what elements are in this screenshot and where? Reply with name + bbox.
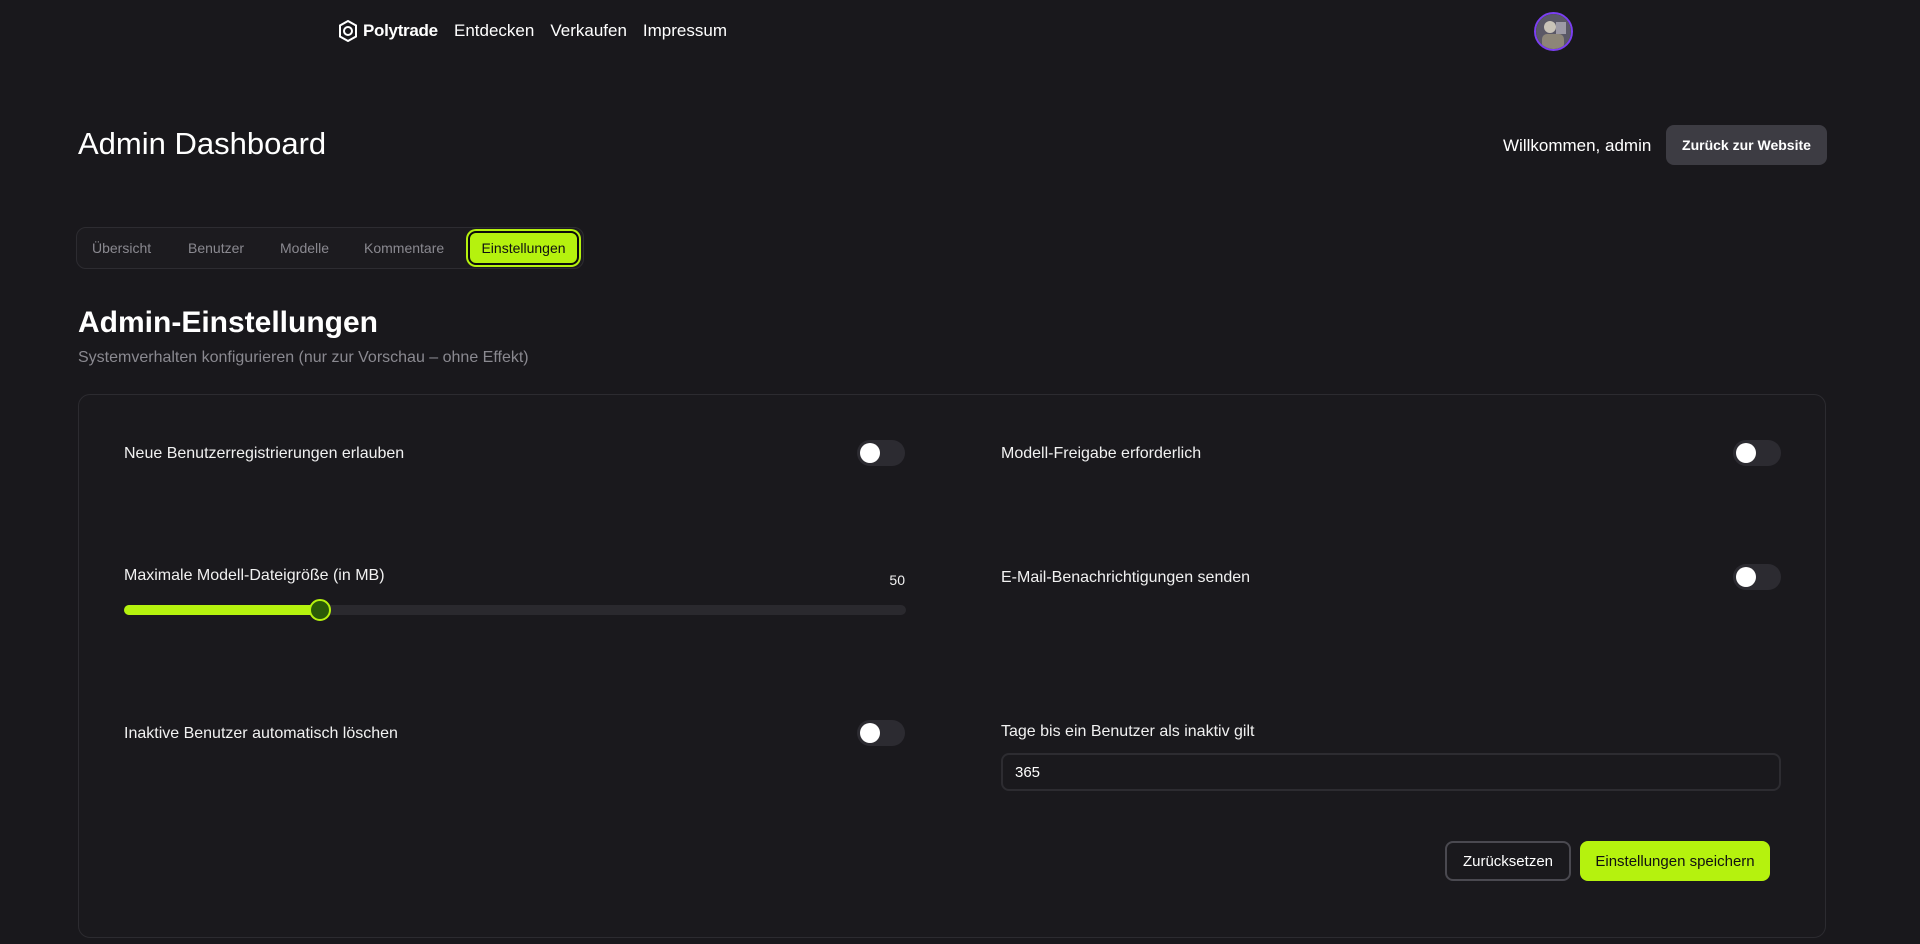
- allow-registrations-label: Neue Benutzerregistrierungen erlauben: [124, 445, 405, 462]
- brand-link[interactable]: Polytrade: [337, 20, 438, 42]
- section-subtitle: Systemverhalten konfigurieren (nur zur V…: [78, 349, 529, 366]
- tab-kommentare[interactable]: Kommentare: [364, 228, 444, 268]
- top-navigation: Polytrade Entdecken Verkaufen Impressum: [0, 0, 1920, 62]
- inactive-days-input[interactable]: [1001, 753, 1781, 791]
- dashboard-tabs: Übersicht Benutzer Modelle Kommentare Ei…: [76, 227, 584, 269]
- model-approval-label: Modell-Freigabe erforderlich: [1001, 445, 1202, 462]
- auto-delete-toggle[interactable]: [857, 720, 905, 746]
- save-settings-button[interactable]: Einstellungen speichern: [1580, 841, 1770, 881]
- section-title: Admin-Einstellungen: [78, 306, 378, 339]
- max-file-size-slider[interactable]: [124, 599, 906, 621]
- brand-name: Polytrade: [363, 21, 438, 40]
- slider-thumb[interactable]: [308, 599, 331, 621]
- email-notifications-toggle[interactable]: [1733, 564, 1781, 590]
- settings-card: Neue Benutzerregistrierungen erlauben Mo…: [78, 394, 1826, 938]
- reset-button[interactable]: Zurücksetzen: [1445, 841, 1571, 881]
- allow-registrations-toggle[interactable]: [857, 440, 905, 466]
- model-approval-toggle[interactable]: [1733, 440, 1781, 466]
- nav-link-entdecken[interactable]: Entdecken: [454, 21, 534, 41]
- max-file-size-label: Maximale Modell-Dateigröße (in MB): [124, 567, 385, 584]
- inactive-days-label: Tage bis ein Benutzer als inaktiv gilt: [1001, 723, 1255, 740]
- polytrade-logo-icon: [337, 20, 359, 42]
- toggle-knob: [1736, 567, 1756, 587]
- nav-link-impressum[interactable]: Impressum: [643, 21, 727, 41]
- nav-link-verkaufen[interactable]: Verkaufen: [550, 21, 627, 41]
- toggle-knob: [1736, 443, 1756, 463]
- email-notifications-label: E-Mail-Benachrichtigungen senden: [1001, 569, 1251, 586]
- tab-einstellungen[interactable]: Einstellungen: [468, 231, 579, 265]
- toggle-knob: [860, 443, 880, 463]
- auto-delete-label: Inaktive Benutzer automatisch löschen: [124, 725, 398, 742]
- tab-modelle[interactable]: Modelle: [280, 228, 329, 268]
- nav-links: Entdecken Verkaufen Impressum: [454, 21, 727, 41]
- slider-fill: [124, 605, 320, 615]
- toggle-knob: [860, 723, 880, 743]
- page-title: Admin Dashboard: [78, 126, 327, 161]
- max-file-size-value: 50: [889, 572, 905, 588]
- tab-benutzer[interactable]: Benutzer: [188, 228, 244, 268]
- user-avatar[interactable]: [1534, 12, 1573, 51]
- tab-uebersicht[interactable]: Übersicht: [92, 228, 151, 268]
- back-to-website-button[interactable]: Zurück zur Website: [1666, 125, 1827, 165]
- welcome-text: Willkommen, admin: [1503, 136, 1652, 155]
